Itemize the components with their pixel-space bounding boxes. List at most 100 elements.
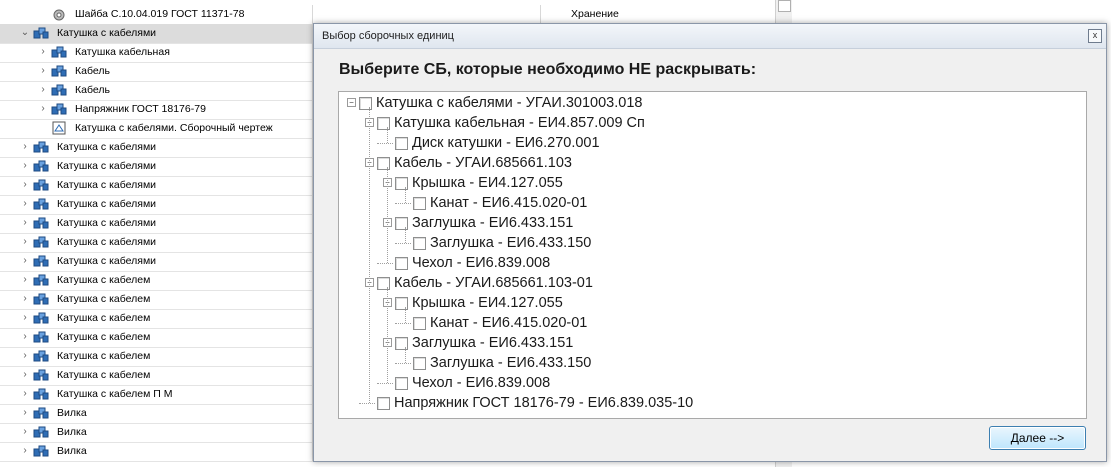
- list-row-label: Кабель: [75, 65, 110, 77]
- assembly-icon: [33, 369, 49, 381]
- node-checkbox[interactable]: [377, 157, 390, 170]
- expand-chevron-icon[interactable]: ›: [38, 66, 48, 76]
- expand-chevron-icon[interactable]: ›: [20, 180, 30, 190]
- expand-chevron-icon[interactable]: ›: [20, 332, 30, 342]
- tree-node-label: Канат - ЕИ6.415.020-01: [430, 315, 588, 331]
- node-checkbox[interactable]: [395, 257, 408, 270]
- tree-node-label: Заглушка - ЕИ6.433.150: [430, 355, 592, 371]
- expand-chevron-icon[interactable]: ›: [20, 161, 30, 171]
- status-text: Хранение: [571, 8, 619, 20]
- tree-connector: [369, 107, 370, 403]
- expand-chevron-icon[interactable]: ›: [20, 389, 30, 399]
- assembly-icon: [51, 84, 67, 96]
- assembly-icon: [33, 141, 49, 153]
- tree-connector: [377, 143, 393, 144]
- node-checkbox[interactable]: [395, 137, 408, 150]
- assembly-icon: [33, 255, 49, 267]
- list-row-label: Катушка с кабелем: [57, 274, 151, 286]
- node-checkbox[interactable]: [395, 297, 408, 310]
- list-row[interactable]: Шайба С.10.04.019 ГОСТ 11371-78 Хранение: [0, 5, 790, 25]
- dialog-prompt: Выберите СБ, которые необходимо НЕ раскр…: [339, 61, 757, 78]
- assembly-icon: [33, 179, 49, 191]
- assembly-icon: [33, 293, 49, 305]
- expand-chevron-icon[interactable]: ›: [20, 370, 30, 380]
- list-column-designation: [312, 5, 541, 24]
- drawing-icon: [52, 121, 66, 135]
- list-row-label: Катушка с кабелем: [57, 312, 151, 324]
- list-row-label: Катушка с кабелями: [57, 179, 157, 191]
- expand-chevron-icon[interactable]: ›: [20, 142, 30, 152]
- node-checkbox[interactable]: [377, 117, 390, 130]
- expand-chevron-icon[interactable]: ›: [20, 408, 30, 418]
- expand-chevron-icon: [38, 9, 48, 19]
- node-checkbox[interactable]: [395, 377, 408, 390]
- node-checkbox[interactable]: [395, 217, 408, 230]
- tree-connector: [377, 263, 393, 264]
- node-checkbox[interactable]: [413, 317, 426, 330]
- assembly-icon: [33, 160, 49, 172]
- assembly-icon: [33, 312, 49, 324]
- tree-node-label: Крышка - ЕИ4.127.055: [412, 295, 563, 311]
- next-button[interactable]: Далее -->: [989, 426, 1086, 450]
- tree-node-label: Заглушка - ЕИ6.433.150: [430, 235, 592, 251]
- expand-chevron-icon[interactable]: ›: [38, 85, 48, 95]
- list-row-label: Катушка с кабелями: [57, 160, 157, 172]
- tree-connector: [387, 167, 388, 263]
- assembly-icon: [33, 407, 49, 419]
- tree-node-label: Чехол - ЕИ6.839.008: [412, 375, 551, 391]
- part-icon: [53, 9, 65, 21]
- assembly-icon: [51, 103, 67, 115]
- node-checkbox[interactable]: [413, 237, 426, 250]
- list-row-label: Катушка с кабелями: [57, 236, 157, 248]
- expand-chevron-icon[interactable]: ›: [38, 47, 48, 57]
- expand-chevron-icon[interactable]: ›: [20, 294, 30, 304]
- assembly-icon: [51, 65, 67, 77]
- collapse-toggle-icon[interactable]: −: [347, 98, 356, 107]
- dialog-titlebar[interactable]: Выбор сборочных единиц x: [314, 24, 1106, 49]
- expand-chevron-icon[interactable]: ›: [38, 104, 48, 114]
- node-checkbox[interactable]: [359, 97, 372, 110]
- assembly-checkbox-tree[interactable]: − Катушка с кабелями - УГАИ.301003.018− Ка…: [338, 91, 1087, 419]
- tree-connector: [405, 227, 406, 243]
- tree-connector: [377, 383, 393, 384]
- node-checkbox[interactable]: [395, 337, 408, 350]
- expand-chevron-icon[interactable]: ›: [20, 199, 30, 209]
- expand-chevron-icon[interactable]: ›: [20, 237, 30, 247]
- tree-connector: [395, 243, 411, 244]
- tree-connector: [395, 363, 411, 364]
- tree-connector: [387, 127, 388, 143]
- list-row-label: Катушка с кабелем: [57, 293, 151, 305]
- list-row-label: Катушка с кабелями. Сборочный чертеж: [75, 122, 273, 134]
- expand-chevron-icon[interactable]: ›: [20, 256, 30, 266]
- tree-connector: [405, 187, 406, 203]
- assembly-icon: [33, 445, 49, 457]
- expand-chevron-icon[interactable]: ›: [20, 275, 30, 285]
- assembly-icon: [33, 236, 49, 248]
- expand-chevron-icon[interactable]: ›: [20, 446, 30, 456]
- node-checkbox[interactable]: [413, 197, 426, 210]
- collapse-chevron-icon[interactable]: ⌄: [20, 28, 30, 38]
- tree-connector: [395, 203, 411, 204]
- tree-connector: [359, 403, 375, 404]
- close-icon[interactable]: x: [1088, 29, 1102, 43]
- list-row-label: Катушка с кабелем П М: [57, 388, 173, 400]
- scrollbar-thumb[interactable]: [778, 0, 791, 12]
- node-checkbox[interactable]: [377, 277, 390, 290]
- tree-connector: [405, 307, 406, 323]
- expand-chevron-icon[interactable]: ›: [20, 427, 30, 437]
- tree-connector: [387, 287, 388, 383]
- list-row-label: Катушка с кабелями: [57, 198, 157, 210]
- expand-chevron-icon[interactable]: ›: [20, 218, 30, 228]
- node-checkbox[interactable]: [377, 397, 390, 410]
- tree-node-label: Заглушка - ЕИ6.433.151: [412, 335, 574, 351]
- dialog-title: Выбор сборочных единиц: [322, 30, 454, 42]
- expand-chevron-icon[interactable]: ›: [20, 313, 30, 323]
- node-checkbox[interactable]: [395, 177, 408, 190]
- node-checkbox[interactable]: [413, 357, 426, 370]
- tree-node-label: Катушка с кабелями - УГАИ.301003.018: [376, 95, 643, 111]
- assembly-icon: [51, 46, 67, 58]
- assembly-icon: [33, 388, 49, 400]
- expand-chevron-icon[interactable]: ›: [20, 351, 30, 361]
- dialog-body: Выберите СБ, которые необходимо НЕ раскр…: [314, 49, 1106, 461]
- list-column-status: Хранение: [540, 5, 776, 24]
